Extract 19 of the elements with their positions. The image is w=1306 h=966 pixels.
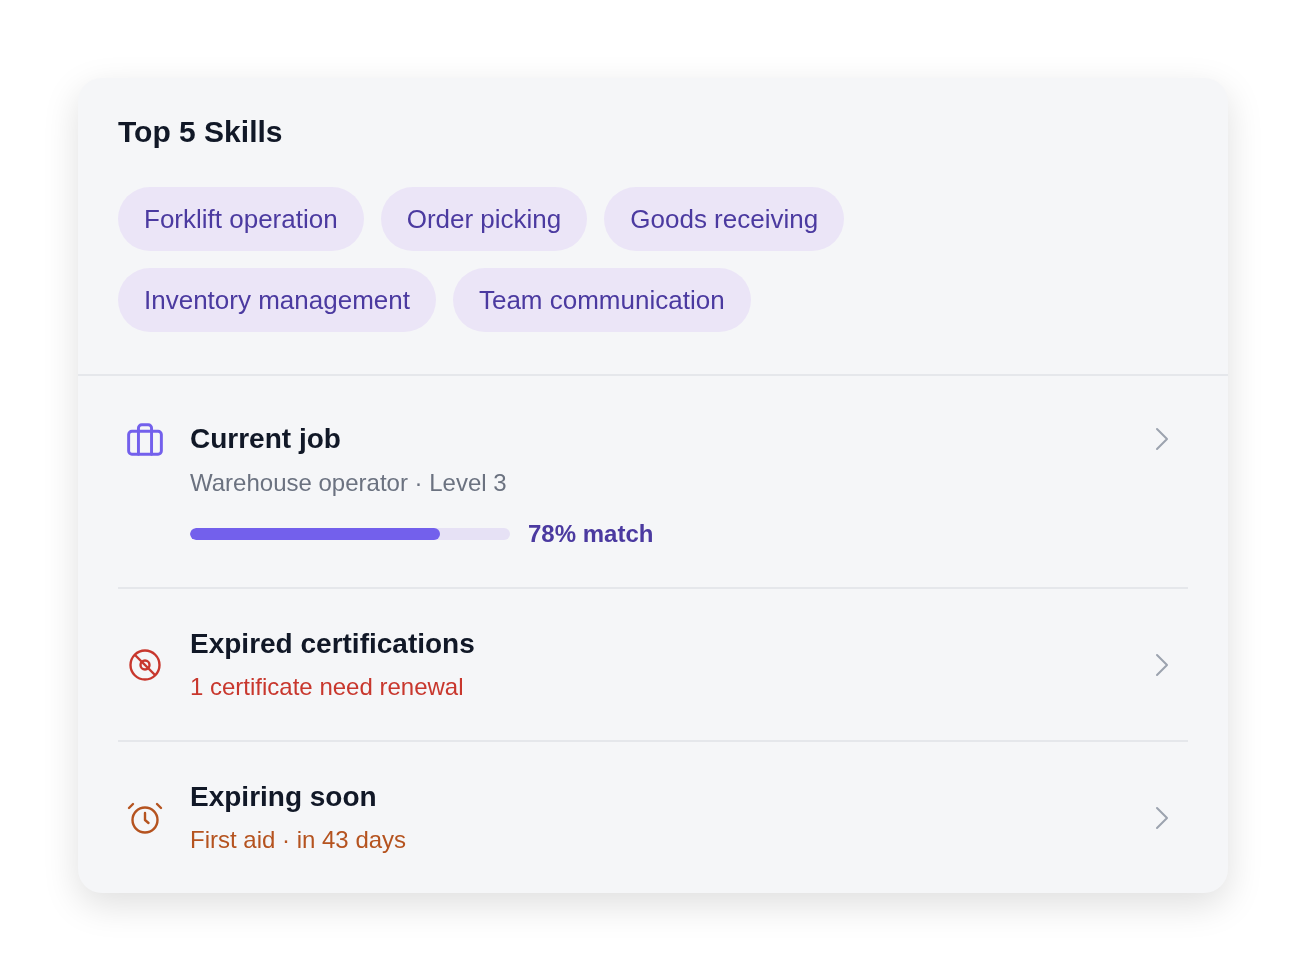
briefcase-icon (127, 423, 163, 456)
alarm-clock-icon (127, 801, 163, 834)
skill-chip: Team communication (452, 268, 751, 332)
row-title: Current job (190, 422, 341, 456)
job-subtitle: Warehouse operator · Level 3 (190, 468, 507, 498)
skill-chip: Forklift operation (118, 187, 364, 251)
chevron-right-icon[interactable] (1155, 805, 1169, 830)
chevron-right-icon[interactable] (1155, 427, 1169, 451)
match-percentage: 78% match (528, 519, 654, 549)
warning-text: 1 certificate need renewal (190, 672, 464, 702)
skill-chip: Order picking (380, 187, 588, 251)
reminder-text: First aid · in 43 days (190, 825, 407, 855)
chevron-right-icon[interactable] (1155, 652, 1169, 677)
row-title: Expired certifications (190, 627, 475, 661)
skill-chip: Goods receiving (604, 187, 845, 251)
crossed-circle-icon (128, 647, 162, 682)
card-title: Top 5 Skills (118, 114, 283, 150)
skill-chip: Inventory management (118, 268, 436, 332)
row-title: Expiring soon (190, 780, 377, 814)
